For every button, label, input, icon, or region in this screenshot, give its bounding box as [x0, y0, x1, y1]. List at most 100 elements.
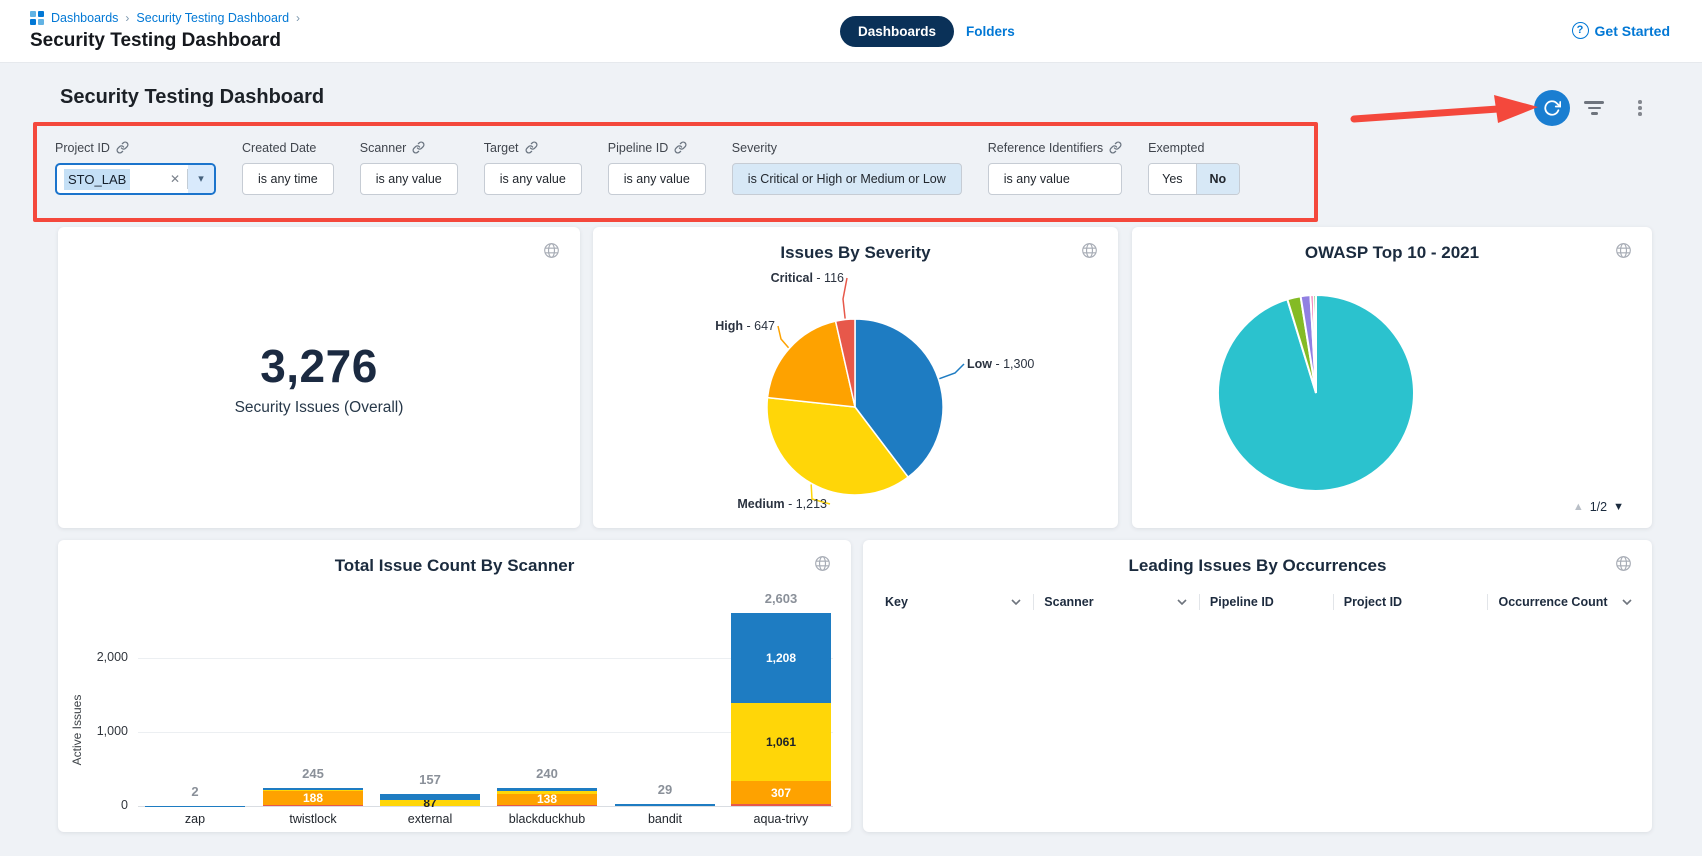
- breadcrumb-security-testing-dashboard[interactable]: Security Testing Dashboard: [136, 11, 289, 25]
- y-tick-label: 0: [64, 798, 128, 812]
- chart-title: Leading Issues By Occurrences: [863, 556, 1652, 576]
- bar-segment-twistlock-high[interactable]: 188: [263, 791, 363, 805]
- column-label: Key: [885, 595, 908, 609]
- tab-folders[interactable]: Folders: [966, 24, 1015, 39]
- project-id-combobox[interactable]: STO_LAB✕▾: [55, 163, 216, 195]
- bar-segment-external-medium[interactable]: 87: [380, 800, 480, 806]
- refresh-icon: [1543, 99, 1561, 117]
- chevron-down-icon: [1011, 599, 1021, 605]
- card-total-issue-count-by-scanner: Total Issue Count By Scanner 01,0002,000…: [58, 540, 851, 832]
- annotation-red-arrow: [1348, 92, 1548, 132]
- column-label: Occurrence Count: [1498, 595, 1607, 609]
- refresh-button[interactable]: [1534, 90, 1570, 126]
- page-title: Security Testing Dashboard: [30, 30, 281, 52]
- bar-segment-blackduckhub-medium[interactable]: [497, 791, 597, 794]
- get-started-link[interactable]: ? Get Started: [1572, 22, 1670, 39]
- link-icon: [1109, 141, 1122, 154]
- filter-target: Target is any value: [484, 140, 582, 195]
- bar-total-external: 157: [370, 772, 490, 787]
- bar-segment-aqua-trivy-low[interactable]: 1,208: [731, 613, 831, 702]
- dashboards-grid-icon: [30, 11, 44, 25]
- breadcrumb-dashboards[interactable]: Dashboards: [51, 11, 118, 25]
- bar-segment-aqua-trivy-critical[interactable]: [731, 804, 831, 806]
- filter-reference-identifiers: Reference Identifiers is any value: [988, 140, 1122, 195]
- dashboard-section-title: Security Testing Dashboard: [60, 86, 324, 109]
- globe-icon[interactable]: [543, 242, 560, 264]
- filter-label-scanner: Scanner: [360, 141, 407, 155]
- gridline: [138, 806, 833, 807]
- y-axis-label: Active Issues: [70, 660, 86, 800]
- severity-pie-chart: Low - 1,300Medium - 1,213High - 647Criti…: [593, 227, 1118, 528]
- bar-total-aqua-trivy: 2,603: [721, 591, 841, 606]
- bar-segment-blackduckhub-low[interactable]: [497, 788, 597, 791]
- column-label: Project ID: [1344, 595, 1402, 609]
- bar-segment-aqua-trivy-medium[interactable]: 1,061: [731, 703, 831, 782]
- card-security-issues-overall: 3,276 Security Issues (Overall): [58, 227, 580, 528]
- page-indicator: 1/2: [1590, 500, 1607, 514]
- column-label: Scanner: [1044, 595, 1093, 609]
- filter-label-created-date: Created Date: [242, 141, 316, 155]
- pie-label-connector: [778, 326, 789, 348]
- card-owasp-top-10: OWASP Top 10 - 2021 ▲ 1/2 ▼: [1132, 227, 1652, 528]
- filters-row: Project IDSTO_LAB✕▾ Created Date is any ti…: [55, 140, 1240, 195]
- clear-icon[interactable]: ✕: [163, 172, 187, 186]
- filter-project-id: Project IDSTO_LAB✕▾: [55, 140, 216, 195]
- link-icon: [674, 141, 687, 154]
- stat-value: 3,276: [58, 339, 580, 393]
- owasp-pie-chart: [1132, 227, 1652, 528]
- filter-icon: [1584, 101, 1604, 115]
- filter-scanner: Scanner is any value: [360, 140, 458, 195]
- scanner-value-button[interactable]: is any value: [360, 163, 458, 195]
- kebab-menu-icon: [1638, 100, 1642, 116]
- filter-pipeline-id: Pipeline ID is any value: [608, 140, 706, 195]
- pie-pagination: ▲ 1/2 ▼: [1573, 500, 1624, 514]
- breadcrumb: Dashboards › Security Testing Dashboard …: [30, 11, 300, 25]
- exempted-option-yes[interactable]: Yes: [1149, 164, 1195, 194]
- filter-label-reference-identifiers: Reference Identifiers: [988, 141, 1103, 155]
- exempted-option-no[interactable]: No: [1196, 164, 1240, 194]
- filter-label-target: Target: [484, 141, 519, 155]
- pipeline-id-value-button[interactable]: is any value: [608, 163, 706, 195]
- link-icon: [525, 141, 538, 154]
- severity-value-button[interactable]: is Critical or High or Medium or Low: [732, 163, 962, 195]
- link-icon: [412, 141, 425, 154]
- tab-dashboards[interactable]: Dashboards: [840, 16, 954, 47]
- filter-severity: Severityis Critical or High or Medium or…: [732, 140, 962, 195]
- bar-segment-bandit-low[interactable]: [615, 804, 715, 806]
- page-up-icon[interactable]: ▲: [1573, 501, 1584, 513]
- bar-segment-external-low[interactable]: [380, 794, 480, 799]
- pie-label-low: Low - 1,300: [967, 357, 1034, 371]
- bar-segment-aqua-trivy-high[interactable]: 307: [731, 781, 831, 804]
- filter-label-pipeline-id: Pipeline ID: [608, 141, 668, 155]
- bar-total-twistlock: 245: [253, 766, 373, 781]
- bar-segment-blackduckhub-high[interactable]: 138: [497, 794, 597, 804]
- table-column-scanner[interactable]: Scanner: [1033, 594, 1199, 610]
- stacked-bar-chart: 01,0002,000Active Issues2zap188245twistl…: [58, 540, 851, 832]
- gridline: [138, 658, 833, 659]
- chevron-down-icon[interactable]: ▾: [188, 165, 214, 193]
- bar-total-zap: 2: [135, 784, 255, 799]
- table-column-project-id[interactable]: Project ID: [1333, 594, 1488, 610]
- globe-icon[interactable]: [1615, 555, 1632, 577]
- dashboard-menu-button[interactable]: [1626, 94, 1654, 122]
- page-down-icon[interactable]: ▼: [1613, 501, 1624, 513]
- created-date-value-button[interactable]: is any time: [242, 163, 334, 195]
- pie-label-high: High - 647: [715, 319, 775, 333]
- chevron-down-icon: [1177, 599, 1187, 605]
- table-column-occurrence-count[interactable]: Occurrence Count: [1487, 594, 1644, 610]
- app-root: Dashboards › Security Testing Dashboard …: [0, 0, 1702, 856]
- target-value-button[interactable]: is any value: [484, 163, 582, 195]
- reference-identifiers-value-button[interactable]: is any value: [988, 163, 1122, 195]
- chevron-down-icon: [1622, 599, 1632, 605]
- table-column-pipeline-id[interactable]: Pipeline ID: [1199, 594, 1333, 610]
- bar-total-bandit: 29: [605, 782, 725, 797]
- link-icon: [116, 141, 129, 154]
- bar-segment-twistlock-low[interactable]: [263, 788, 363, 790]
- dashboard-filters-button[interactable]: [1580, 94, 1608, 122]
- gridline: [138, 732, 833, 733]
- table-header-row: Key Scanner Pipeline ID Project ID Occurrenc…: [875, 588, 1644, 616]
- bar-segment-twistlock-critical[interactable]: [263, 805, 363, 806]
- bar-segment-twistlock-medium[interactable]: [263, 790, 363, 791]
- help-icon: ?: [1572, 22, 1589, 39]
- table-column-key[interactable]: Key: [875, 594, 1033, 610]
